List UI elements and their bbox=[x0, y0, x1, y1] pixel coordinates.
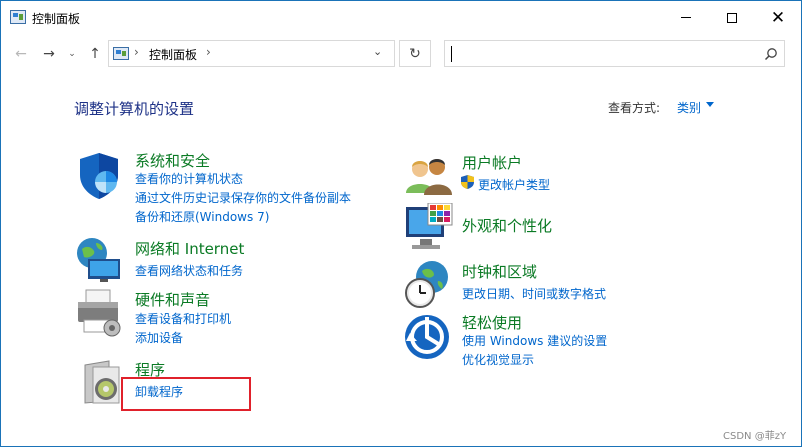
ease-of-access-icon[interactable] bbox=[404, 313, 454, 363]
uac-shield-icon bbox=[461, 175, 474, 189]
minimize-icon bbox=[681, 17, 691, 18]
watermark: CSDN @菲zY bbox=[723, 431, 787, 442]
breadcrumb-control-panel[interactable]: 控制面板 bbox=[149, 46, 197, 63]
arrow-up-icon: ↑ bbox=[89, 46, 101, 62]
clock-globe-icon[interactable] bbox=[404, 259, 454, 309]
link-add-device[interactable]: 添加设备 bbox=[135, 329, 183, 346]
arrow-right-icon: → bbox=[43, 46, 55, 62]
category-system-security[interactable]: 系统和安全 bbox=[135, 150, 210, 171]
network-icon[interactable] bbox=[74, 235, 124, 285]
close-icon: ✕ bbox=[770, 7, 786, 28]
link-optimize-visual-display[interactable]: 优化视觉显示 bbox=[462, 351, 534, 368]
monitor-icon[interactable] bbox=[404, 203, 454, 253]
link-file-history-backup[interactable]: 通过文件历史记录保存你的文件备份副本 bbox=[135, 189, 351, 206]
control-panel-icon bbox=[10, 10, 26, 24]
printer-icon[interactable] bbox=[74, 288, 124, 338]
highlight-box bbox=[121, 377, 251, 411]
title-bar[interactable]: 控制面板 ✕ bbox=[1, 1, 801, 34]
control-panel-window: 控制面板 ✕ ← → ⌄ ↑ › 控制面板 › ⌄ ↻ 调整计算机的设置 查看方… bbox=[0, 0, 802, 447]
link-network-status[interactable]: 查看网络状态和任务 bbox=[135, 262, 243, 279]
up-button[interactable]: ↑ bbox=[85, 44, 105, 64]
link-devices-printers[interactable]: 查看设备和打印机 bbox=[135, 310, 231, 327]
category-network-internet[interactable]: 网络和 Internet bbox=[135, 238, 244, 259]
chevron-down-icon[interactable]: ⌄ bbox=[373, 45, 382, 58]
refresh-button[interactable]: ↻ bbox=[399, 40, 431, 67]
window-title: 控制面板 bbox=[32, 12, 81, 26]
view-by-dropdown[interactable]: 类别 bbox=[677, 99, 701, 116]
arrow-left-icon: ← bbox=[15, 46, 27, 62]
recent-locations-button[interactable]: ⌄ bbox=[65, 44, 79, 64]
category-clock-region[interactable]: 时钟和区域 bbox=[462, 261, 537, 282]
maximize-icon bbox=[727, 12, 737, 23]
refresh-icon: ↻ bbox=[409, 45, 421, 62]
users-icon[interactable] bbox=[404, 153, 454, 203]
maximize-button[interactable] bbox=[709, 1, 755, 34]
link-recommended-settings[interactable]: 使用 Windows 建议的设置 bbox=[462, 332, 607, 349]
category-appearance-personalization[interactable]: 外观和个性化 bbox=[462, 215, 552, 236]
link-view-computer-status[interactable]: 查看你的计算机状态 bbox=[135, 170, 243, 187]
search-input[interactable] bbox=[444, 40, 785, 67]
category-user-accounts[interactable]: 用户帐户 bbox=[462, 152, 522, 173]
category-ease-of-access[interactable]: 轻松使用 bbox=[462, 312, 522, 333]
text-caret bbox=[451, 46, 452, 62]
close-button[interactable]: ✕ bbox=[755, 1, 801, 34]
page-title: 调整计算机的设置 bbox=[74, 100, 195, 118]
dropdown-arrow-icon[interactable] bbox=[706, 102, 714, 107]
navigation-bar: ← → ⌄ ↑ › 控制面板 › ⌄ ↻ bbox=[1, 34, 801, 76]
back-button[interactable]: ← bbox=[11, 44, 31, 64]
category-hardware-sound[interactable]: 硬件和声音 bbox=[135, 289, 210, 310]
breadcrumb-separator[interactable]: › bbox=[206, 45, 211, 59]
breadcrumb-separator[interactable]: › bbox=[134, 45, 139, 59]
chevron-down-icon: ⌄ bbox=[68, 49, 76, 59]
link-change-date-time-format[interactable]: 更改日期、时间或数字格式 bbox=[462, 285, 606, 302]
link-backup-restore[interactable]: 备份和还原(Windows 7) bbox=[135, 208, 269, 225]
search-icon bbox=[764, 48, 777, 61]
view-by-label: 查看方式: bbox=[608, 101, 661, 115]
forward-button[interactable]: → bbox=[39, 44, 59, 64]
address-bar[interactable]: › 控制面板 › ⌄ bbox=[108, 40, 395, 67]
link-change-account-type[interactable]: 更改帐户类型 bbox=[478, 176, 550, 193]
shield-icon[interactable] bbox=[74, 151, 124, 201]
control-panel-icon bbox=[113, 47, 129, 60]
minimize-button[interactable] bbox=[663, 1, 709, 34]
